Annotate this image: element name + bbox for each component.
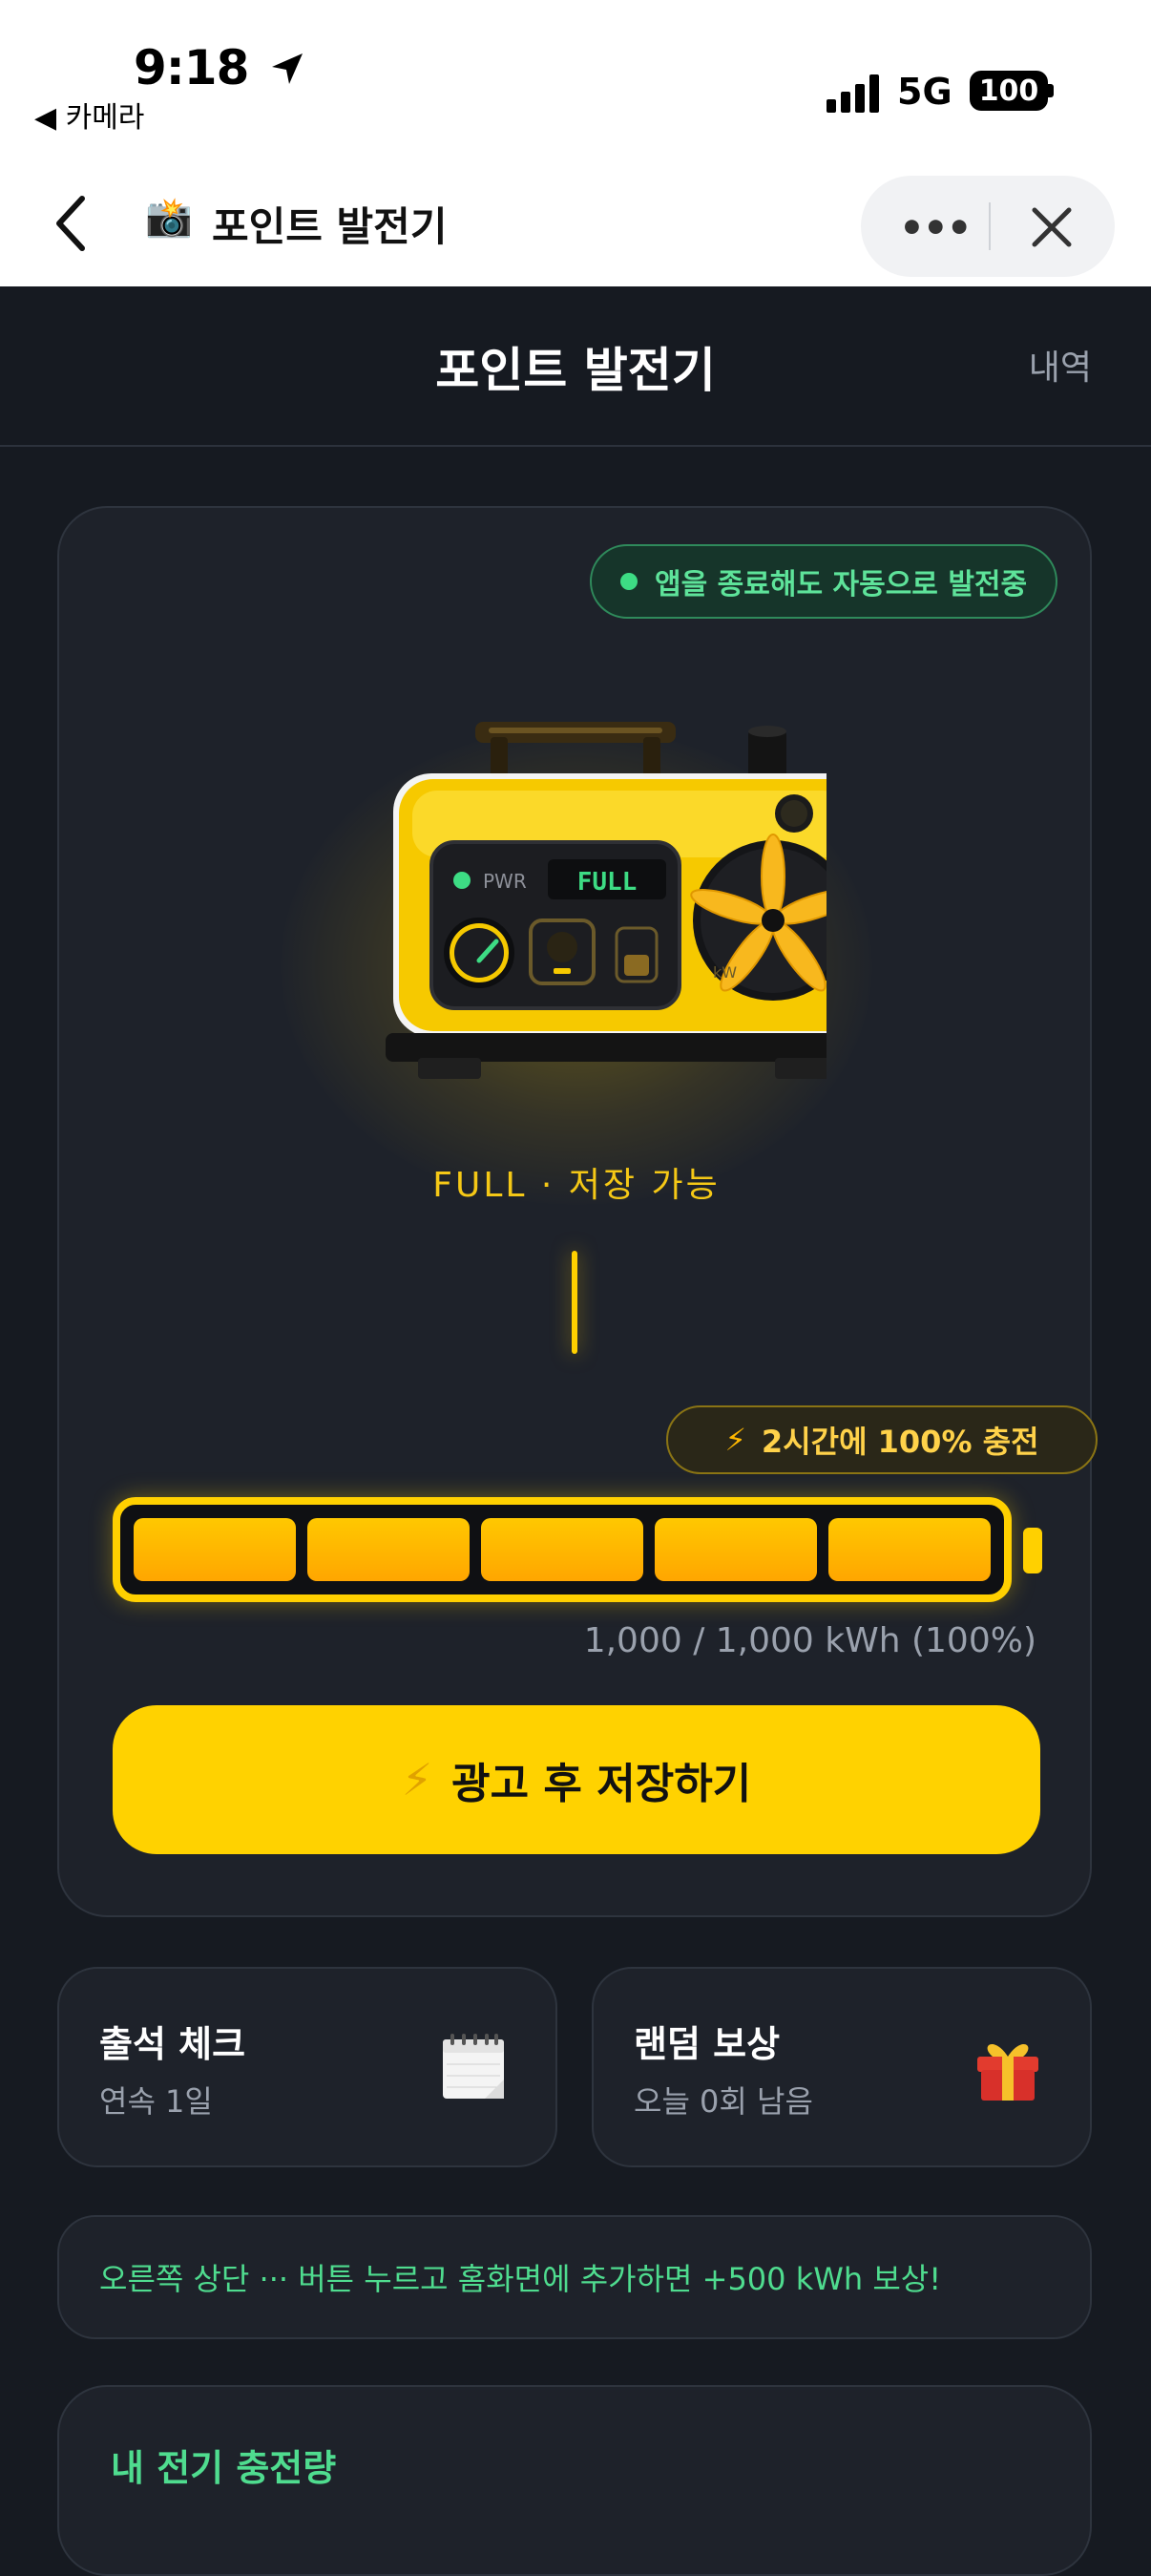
- camera-flash-icon: 📸: [145, 196, 193, 240]
- fan-unit-label: kW: [713, 963, 737, 982]
- battery-bar-nub: [1023, 1528, 1042, 1573]
- charge-rate-text: 2시간에 100% 충전: [761, 1424, 1039, 1460]
- battery-segment: [134, 1518, 296, 1581]
- battery-segments: [134, 1518, 991, 1581]
- network-type: 5G: [897, 71, 952, 113]
- save-after-ad-label: 광고 후 저장하기: [451, 1760, 752, 1808]
- panel-display-text: FULL: [577, 868, 638, 897]
- page-title: 포인트 발전기: [435, 343, 716, 398]
- generator-status-label: FULL · 저장 가능: [432, 1166, 721, 1205]
- random-reward-remaining: 오늘 0회 남음: [634, 2083, 813, 2120]
- close-icon[interactable]: [1023, 199, 1080, 256]
- my-charge-card: 내 전기 충전량: [57, 2385, 1092, 2576]
- back-chevron-icon[interactable]: [48, 189, 95, 258]
- battery-nub: [1048, 84, 1054, 97]
- battery-segment: [655, 1518, 817, 1581]
- webview-controls: •••: [861, 176, 1115, 277]
- panel-led-label: PWR: [483, 870, 527, 893]
- attendance-title: 출석 체크: [99, 2023, 246, 2065]
- add-to-homescreen-banner[interactable]: 오른쪽 상단 ··· 버튼 누르고 홈화면에 추가하면 +500 kWh 보상!: [57, 2215, 1092, 2339]
- energy-battery-bar: [113, 1497, 1012, 1602]
- random-reward-title: 랜덤 보상: [634, 2023, 781, 2065]
- charge-rate-badge: ⚡ 2시간에 100% 충전: [666, 1405, 1098, 1474]
- calendar-icon: [443, 2034, 504, 2099]
- auto-generation-badge: 앱을 종료해도 자동으로 발전중: [590, 544, 1057, 619]
- page-header: 포인트 발전기 내역: [0, 286, 1151, 447]
- battery-icon: 100: [970, 71, 1048, 111]
- status-dot-icon: [620, 573, 638, 590]
- auto-generation-text: 앱을 종료해도 자동으로 발전중: [655, 568, 1028, 602]
- energy-flow-line: [572, 1251, 577, 1354]
- battery-segment: [828, 1518, 991, 1581]
- webview-title: 포인트 발전기: [212, 203, 448, 250]
- battery-level: 100: [978, 74, 1039, 108]
- my-charge-title: 내 전기 충전량: [111, 2447, 337, 2489]
- attendance-card[interactable]: 출석 체크 연속 1일: [57, 1967, 557, 2167]
- generator-illustration[interactable]: PWR FULL kW: [326, 718, 827, 1138]
- history-link[interactable]: 내역: [1029, 340, 1092, 390]
- attendance-streak: 연속 1일: [99, 2083, 213, 2120]
- location-arrow-icon: [271, 53, 303, 84]
- divider: [989, 202, 991, 250]
- kwh-readout: 1,000 / 1,000 kWh (100%): [583, 1621, 1036, 1660]
- generator-card: 앱을 종료해도 자동으로 발전중 PWR FULL kW FULL · 저장 가…: [57, 506, 1098, 1917]
- cellular-signal-icon: [827, 74, 880, 113]
- status-time: 9:18: [134, 40, 306, 95]
- more-options-button[interactable]: •••: [899, 204, 973, 251]
- battery-segment: [481, 1518, 643, 1581]
- top-system-area: 9:18 ◀ 카메라 5G 100 📸 포인트 발전기 •••: [0, 0, 1151, 286]
- battery-segment: [307, 1518, 470, 1581]
- save-after-ad-button[interactable]: ⚡ 광고 후 저장하기: [113, 1705, 1040, 1854]
- gift-icon: [977, 2043, 1038, 2101]
- lightning-icon: ⚡: [401, 1754, 433, 1805]
- lightning-icon: ⚡: [724, 1422, 746, 1458]
- back-to-app-link[interactable]: ◀ 카메라: [34, 94, 144, 136]
- random-reward-card[interactable]: 랜덤 보상 오늘 0회 남음: [592, 1967, 1092, 2167]
